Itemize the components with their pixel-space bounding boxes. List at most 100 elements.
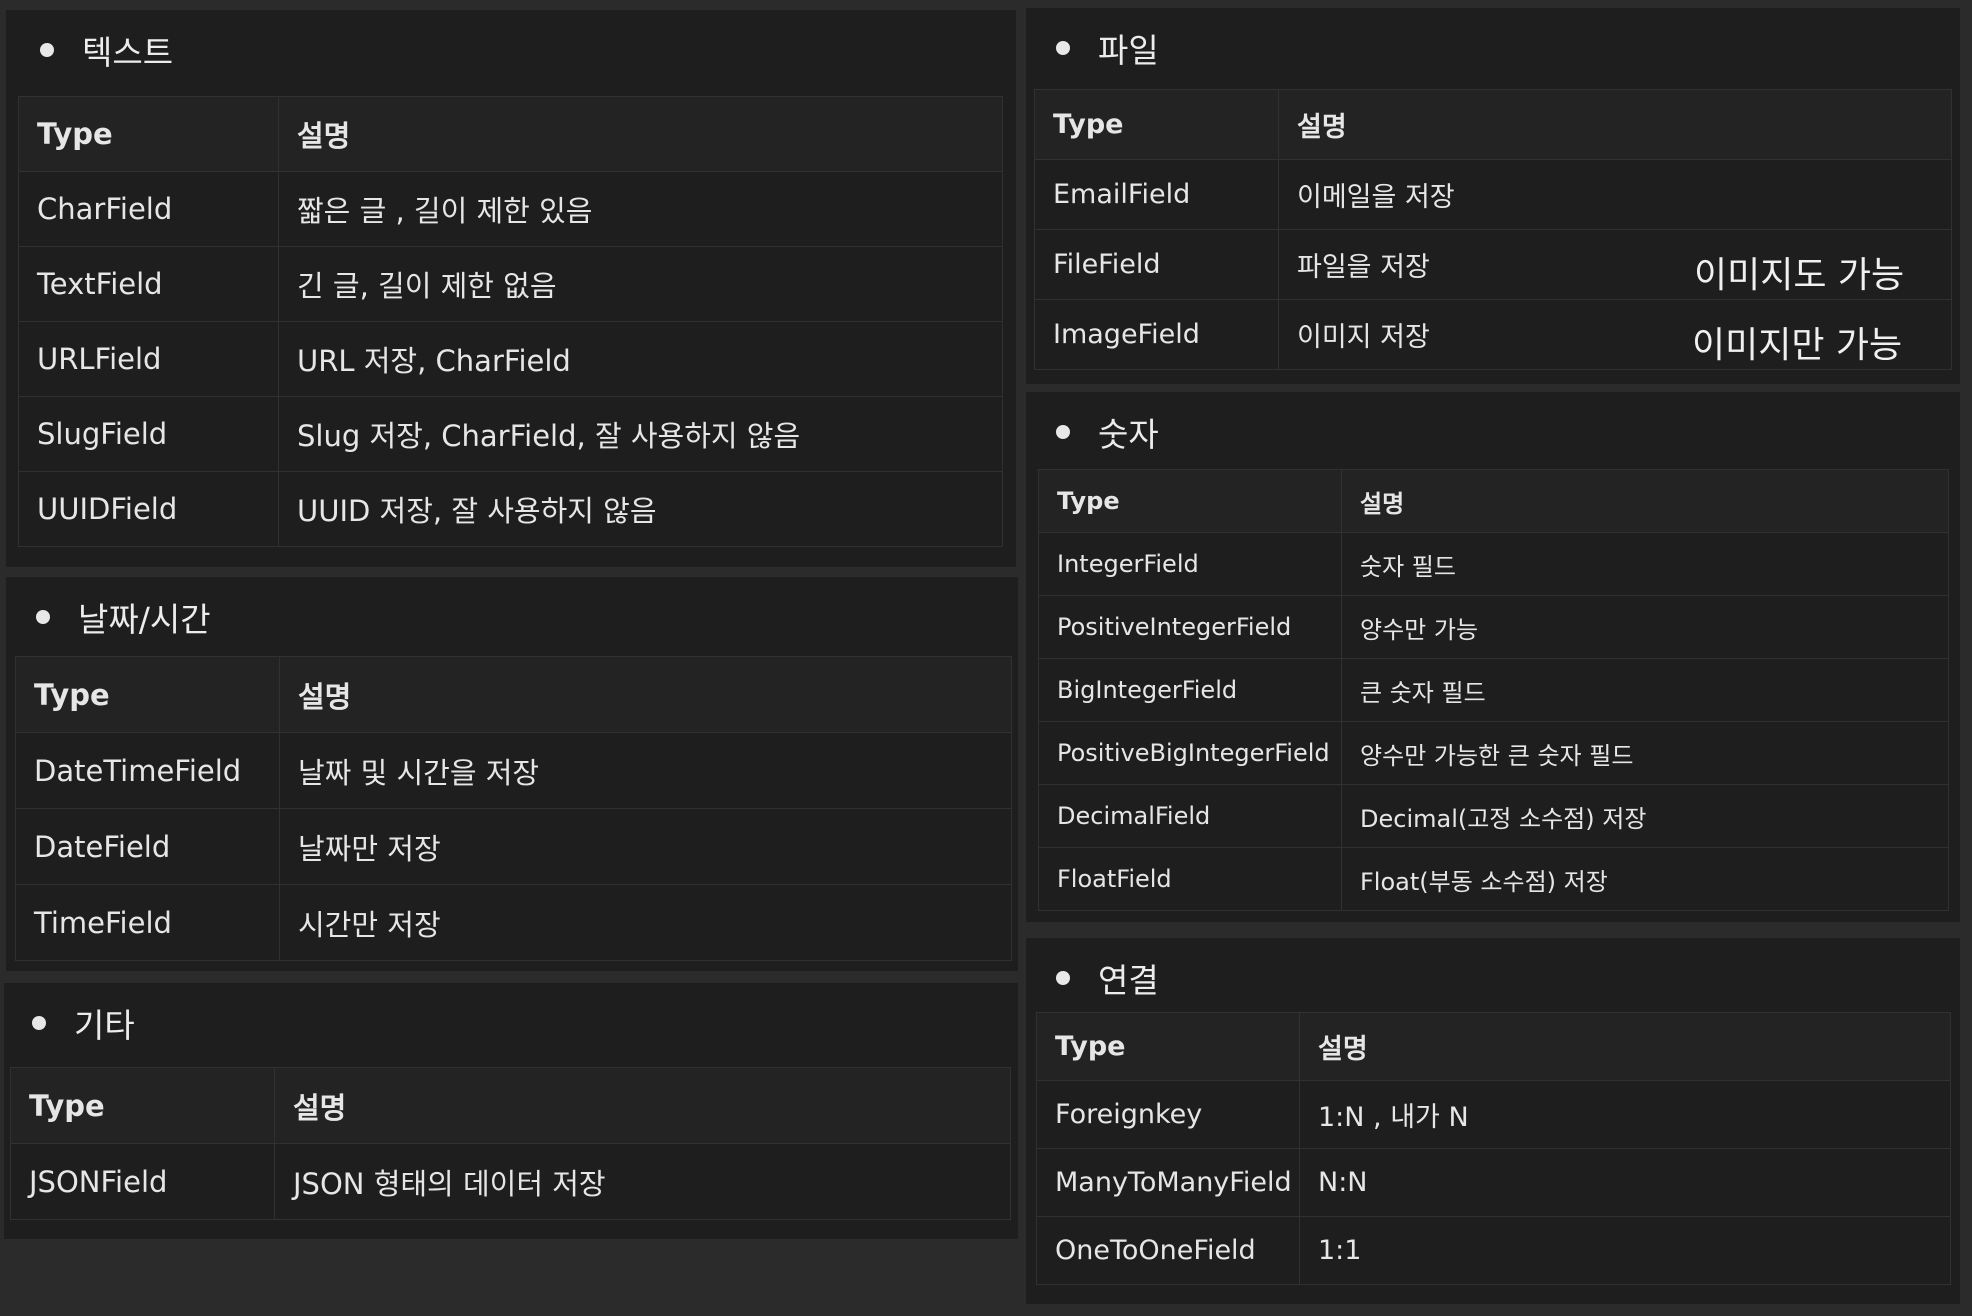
field-desc: 이메일을 저장 <box>1278 159 1952 230</box>
section-etc: 기타 Type 설명 JSONField JSON 형태의 데이터 저장 <box>4 983 1018 1239</box>
bullet-dot-icon <box>36 610 50 624</box>
field-desc: 시간만 저장 <box>279 884 1012 961</box>
field-desc: 1:1 <box>1299 1216 1951 1285</box>
field-type: DateField <box>15 808 280 885</box>
table-row: ManyToManyField N:N <box>1036 1148 1951 1217</box>
table-row: DateTimeField 날짜 및 시간을 저장 <box>15 732 1012 809</box>
table-row: IntegerField 숫자 필드 <box>1038 532 1949 596</box>
note-image-also: 이미지도 가능 <box>1694 255 1905 296</box>
field-type: CharField <box>18 171 279 247</box>
header-type: Type <box>1036 1012 1300 1081</box>
header-type: Type <box>10 1067 275 1144</box>
field-type: TextField <box>18 246 279 322</box>
table-row: DecimalField Decimal(고정 소수점) 저장 <box>1038 784 1949 848</box>
table-header-row: Type 설명 <box>1034 89 1952 160</box>
field-desc: 날짜만 저장 <box>279 808 1012 885</box>
type-table: Type 설명 DateTimeField 날짜 및 시간을 저장 DateFi… <box>15 656 1012 961</box>
field-desc: 1:N , 내가 N <box>1299 1080 1951 1149</box>
bullet-dot-icon <box>1056 41 1070 55</box>
field-desc: 양수만 가능한 큰 숫자 필드 <box>1341 721 1949 785</box>
field-type: OneToOneField <box>1036 1216 1300 1285</box>
field-desc: 양수만 가능 <box>1341 595 1949 659</box>
field-desc: Decimal(고정 소수점) 저장 <box>1341 784 1949 848</box>
section-heading: 파일 <box>1056 18 1159 78</box>
field-desc: 긴 글, 길이 제한 없음 <box>278 246 1003 322</box>
table-header-row: Type 설명 <box>15 656 1012 733</box>
table-row: TimeField 시간만 저장 <box>15 884 1012 961</box>
section-title: 기타 <box>74 1006 135 1045</box>
field-type: SlugField <box>18 396 279 472</box>
field-type: Foreignkey <box>1036 1080 1300 1149</box>
section-heading: 숫자 <box>1056 402 1159 462</box>
field-type: ManyToManyField <box>1036 1148 1300 1217</box>
field-desc: 큰 숫자 필드 <box>1341 658 1949 722</box>
table-row: EmailField 이메일을 저장 <box>1034 159 1952 230</box>
header-desc: 설명 <box>1278 89 1952 160</box>
field-type: TimeField <box>15 884 280 961</box>
section-heading: 연결 <box>1056 948 1159 1008</box>
type-table: Type 설명 JSONField JSON 형태의 데이터 저장 <box>10 1067 1011 1220</box>
type-table: Type 설명 CharField 짧은 글 , 길이 제한 있음 TextFi… <box>18 96 1003 547</box>
section-heading: 기타 <box>32 993 135 1053</box>
section-title: 연결 <box>1098 961 1159 1000</box>
section-heading: 텍스트 <box>40 20 173 80</box>
table-row: UUIDField UUID 저장, 잘 사용하지 않음 <box>18 471 1003 547</box>
header-type: Type <box>18 96 279 172</box>
header-desc: 설명 <box>1341 469 1949 533</box>
table-row: BigIntegerField 큰 숫자 필드 <box>1038 658 1949 722</box>
bullet-dot-icon <box>32 1016 46 1030</box>
table-header-row: Type 설명 <box>10 1067 1011 1144</box>
header-desc: 설명 <box>279 656 1012 733</box>
field-type: ImageField <box>1034 299 1279 370</box>
table-header-row: Type 설명 <box>18 96 1003 172</box>
field-type: UUIDField <box>18 471 279 547</box>
field-type: EmailField <box>1034 159 1279 230</box>
section-number: 숫자 Type 설명 IntegerField 숫자 필드 PositiveIn… <box>1026 392 1960 922</box>
table-header-row: Type 설명 <box>1036 1012 1951 1081</box>
header-desc: 설명 <box>274 1067 1011 1144</box>
bullet-dot-icon <box>1056 971 1070 985</box>
field-type: FloatField <box>1038 847 1342 911</box>
table-row: CharField 짧은 글 , 길이 제한 있음 <box>18 171 1003 247</box>
table-row: PositiveIntegerField 양수만 가능 <box>1038 595 1949 659</box>
header-type: Type <box>15 656 280 733</box>
field-desc: JSON 형태의 데이터 저장 <box>274 1143 1011 1220</box>
table-row: DateField 날짜만 저장 <box>15 808 1012 885</box>
note-image-only: 이미지만 가능 <box>1692 325 1903 366</box>
field-type: JSONField <box>10 1143 275 1220</box>
field-desc: 짧은 글 , 길이 제한 있음 <box>278 171 1003 247</box>
section-heading: 날짜/시간 <box>36 587 211 647</box>
field-type: DecimalField <box>1038 784 1342 848</box>
field-desc: 날짜 및 시간을 저장 <box>279 732 1012 809</box>
table-row: SlugField Slug 저장, CharField, 잘 사용하지 않음 <box>18 396 1003 472</box>
table-row: URLField URL 저장, CharField <box>18 321 1003 397</box>
table-row: TextField 긴 글, 길이 제한 없음 <box>18 246 1003 322</box>
table-row: PositiveBigIntegerField 양수만 가능한 큰 숫자 필드 <box>1038 721 1949 785</box>
section-title: 날짜/시간 <box>78 600 211 639</box>
section-file: 파일 Type 설명 EmailField 이메일을 저장 FileField … <box>1026 8 1960 384</box>
field-desc: UUID 저장, 잘 사용하지 않음 <box>278 471 1003 547</box>
section-title: 숫자 <box>1098 415 1159 454</box>
table-row: OneToOneField 1:1 <box>1036 1216 1951 1285</box>
field-desc: N:N <box>1299 1148 1951 1217</box>
header-type: Type <box>1038 469 1342 533</box>
field-desc: 숫자 필드 <box>1341 532 1949 596</box>
section-text: 텍스트 Type 설명 CharField 짧은 글 , 길이 제한 있음 Te… <box>6 10 1016 567</box>
bullet-dot-icon <box>40 43 54 57</box>
section-datetime: 날짜/시간 Type 설명 DateTimeField 날짜 및 시간을 저장 … <box>6 577 1018 971</box>
field-type: IntegerField <box>1038 532 1342 596</box>
field-type: URLField <box>18 321 279 397</box>
field-desc: Slug 저장, CharField, 잘 사용하지 않음 <box>278 396 1003 472</box>
field-desc: Float(부동 소수점) 저장 <box>1341 847 1949 911</box>
bullet-dot-icon <box>1056 425 1070 439</box>
section-title: 텍스트 <box>82 33 174 72</box>
header-type: Type <box>1034 89 1279 160</box>
field-desc: URL 저장, CharField <box>278 321 1003 397</box>
table-row: Foreignkey 1:N , 내가 N <box>1036 1080 1951 1149</box>
table-row: FloatField Float(부동 소수점) 저장 <box>1038 847 1949 911</box>
section-title: 파일 <box>1098 31 1159 70</box>
type-table: Type 설명 Foreignkey 1:N , 내가 N ManyToMany… <box>1036 1012 1951 1285</box>
header-desc: 설명 <box>1299 1012 1951 1081</box>
header-desc: 설명 <box>278 96 1003 172</box>
field-type: FileField <box>1034 229 1279 300</box>
